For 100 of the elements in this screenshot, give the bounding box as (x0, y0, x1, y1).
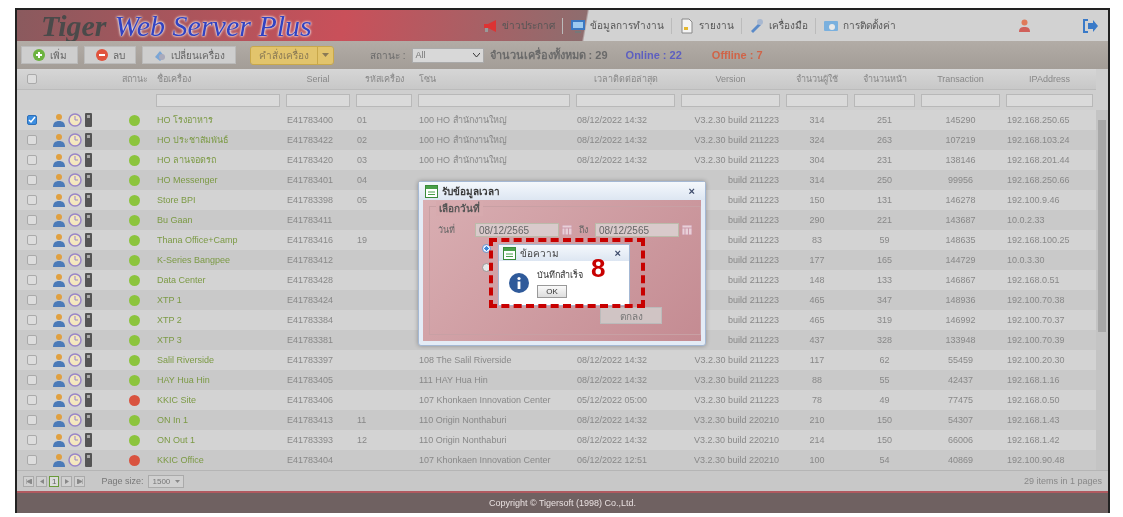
clock-icon[interactable] (68, 413, 82, 427)
clock-icon[interactable] (68, 213, 82, 227)
column-header[interactable]: IPAddress (1003, 74, 1096, 84)
column-header[interactable]: ชื่อเครื่อง (153, 72, 283, 86)
ok-button[interactable]: OK (537, 285, 567, 298)
row-checkbox[interactable] (27, 255, 37, 265)
column-header[interactable]: รหัสเครื่อง (353, 72, 415, 86)
user-icon[interactable] (53, 433, 65, 447)
date-field[interactable]: 08/12/2565 (475, 223, 559, 237)
user-icon[interactable] (53, 133, 65, 147)
column-header[interactable]: Transaction (918, 74, 1003, 84)
row-checkbox[interactable] (27, 435, 37, 445)
date-field[interactable]: 08/12/2565 (595, 223, 679, 237)
logout-icon[interactable] (1082, 18, 1098, 33)
filter-field[interactable] (156, 93, 280, 107)
select-all-checkbox[interactable] (27, 74, 37, 84)
filter-field[interactable] (921, 93, 1000, 107)
filter-field[interactable] (286, 93, 350, 107)
last-page-button[interactable] (74, 475, 86, 487)
device-icon[interactable] (85, 333, 92, 347)
nav-menu-item[interactable]: ข่าวประกาศ (475, 17, 563, 34)
row-checkbox[interactable] (27, 275, 37, 285)
scrollbar[interactable] (1096, 110, 1108, 470)
device-icon[interactable] (85, 453, 92, 467)
device-icon[interactable] (85, 433, 92, 447)
clock-icon[interactable] (68, 133, 82, 147)
filter-field[interactable] (576, 93, 675, 107)
row-checkbox[interactable] (27, 135, 37, 145)
column-header[interactable]: เวลาติดต่อล่าสุด (573, 72, 678, 86)
device-icon[interactable] (85, 213, 92, 227)
clock-icon[interactable] (68, 333, 82, 347)
column-header[interactable]: จำนวนหน้า (851, 72, 918, 86)
user-icon[interactable] (53, 333, 65, 347)
user-icon[interactable] (53, 173, 65, 187)
column-header[interactable]: Serial (283, 74, 353, 84)
device-icon[interactable] (85, 293, 92, 307)
column-header[interactable]: Version (678, 74, 783, 84)
clock-icon[interactable] (68, 253, 82, 267)
row-checkbox[interactable] (27, 415, 37, 425)
row-checkbox[interactable] (27, 395, 37, 405)
clock-icon[interactable] (68, 173, 82, 187)
row-checkbox[interactable] (27, 215, 37, 225)
page-number[interactable]: 1 (49, 475, 60, 487)
prev-page-button[interactable] (36, 475, 47, 487)
remove-button[interactable]: ลบ (84, 46, 136, 64)
column-header[interactable]: สถานะ (117, 72, 153, 86)
device-icon[interactable] (85, 413, 92, 427)
nav-menu-item[interactable]: ข้อมูลการทำงาน (563, 17, 672, 34)
clock-icon[interactable] (68, 273, 82, 287)
confirm-button[interactable]: ตกลง (600, 307, 662, 324)
user-icon[interactable] (53, 193, 65, 207)
row-checkbox[interactable] (27, 375, 37, 385)
device-icon[interactable] (85, 133, 92, 147)
clock-icon[interactable] (68, 393, 82, 407)
filter-field[interactable] (1006, 93, 1093, 107)
device-icon[interactable] (85, 353, 92, 367)
first-page-button[interactable] (23, 475, 34, 487)
filter-field[interactable] (681, 93, 780, 107)
user-icon[interactable] (53, 253, 65, 267)
clock-icon[interactable] (68, 373, 82, 387)
close-button[interactable]: × (610, 247, 625, 259)
clock-icon[interactable] (68, 433, 82, 447)
command-button[interactable]: คำสั่งเครื่อง (251, 46, 317, 64)
row-checkbox[interactable] (27, 355, 37, 365)
filter-field[interactable] (854, 93, 915, 107)
user-icon[interactable] (53, 453, 65, 467)
user-icon[interactable] (1019, 19, 1030, 32)
clock-icon[interactable] (68, 313, 82, 327)
user-icon[interactable] (53, 373, 65, 387)
nav-menu-item[interactable]: เครื่องมือ (742, 17, 816, 34)
device-icon[interactable] (85, 373, 92, 387)
user-icon[interactable] (53, 393, 65, 407)
user-icon[interactable] (53, 153, 65, 167)
user-icon[interactable] (53, 213, 65, 227)
device-icon[interactable] (85, 313, 92, 327)
device-icon[interactable] (85, 113, 92, 127)
device-icon[interactable] (85, 173, 92, 187)
clock-icon[interactable] (68, 153, 82, 167)
swap-button[interactable]: เปลี่ยนเครื่อง (142, 46, 236, 64)
column-header[interactable]: โซน (415, 72, 573, 86)
device-icon[interactable] (85, 253, 92, 267)
row-checkbox[interactable] (27, 315, 37, 325)
calendar-icon[interactable] (562, 225, 572, 235)
user-icon[interactable] (53, 113, 65, 127)
next-page-button[interactable] (61, 475, 73, 487)
filter-field[interactable] (356, 93, 412, 107)
row-checkbox[interactable] (27, 455, 37, 465)
clock-icon[interactable] (68, 353, 82, 367)
row-checkbox[interactable] (27, 115, 37, 125)
row-checkbox[interactable] (27, 155, 37, 165)
filter-field[interactable] (418, 93, 570, 107)
row-checkbox[interactable] (27, 175, 37, 185)
user-icon[interactable] (53, 293, 65, 307)
status-dropdown[interactable]: All (411, 47, 484, 63)
user-icon[interactable] (53, 313, 65, 327)
device-icon[interactable] (85, 153, 92, 167)
user-icon[interactable] (53, 413, 65, 427)
row-checkbox[interactable] (27, 195, 37, 205)
device-icon[interactable] (85, 233, 92, 247)
nav-menu-item[interactable]: การติดตั้งค่า (816, 17, 903, 34)
